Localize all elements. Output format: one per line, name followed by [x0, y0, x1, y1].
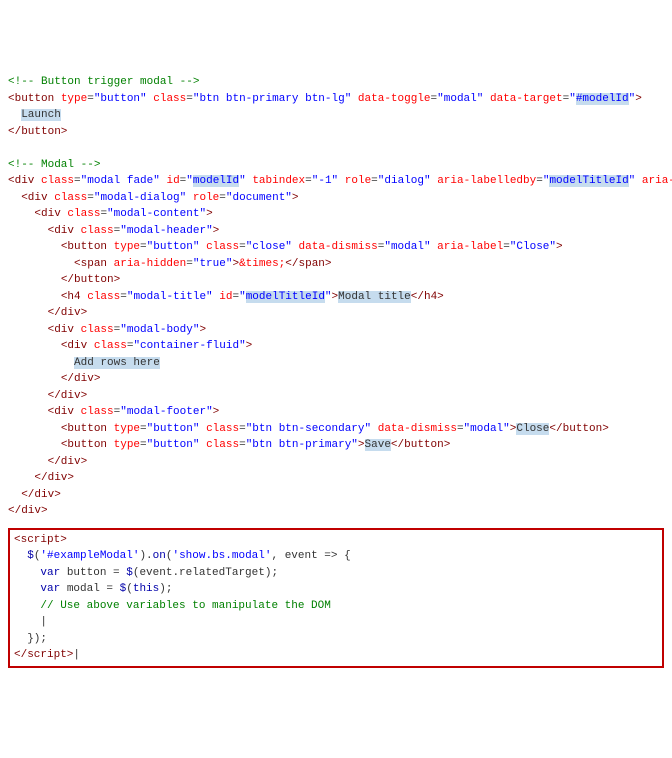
highlight-model-title-id-ref: modelTitleId	[549, 175, 628, 187]
cursor: |	[73, 649, 80, 661]
highlight-launch: Launch	[21, 109, 61, 121]
highlight-add-rows: Add rows here	[74, 357, 160, 369]
highlight-modal-title: Modal title	[338, 291, 411, 303]
highlight-model-id: modelId	[193, 175, 239, 187]
script-box: <script> $('#exampleModal').on('show.bs.…	[8, 528, 664, 668]
tag-button-open: <button	[8, 93, 61, 105]
tag-button-close: </button>	[8, 126, 67, 138]
code-block: <!-- Button trigger modal --> <button ty…	[8, 74, 664, 668]
script-open-tag: <script>	[14, 534, 67, 546]
comment-trigger: <!-- Button trigger modal -->	[8, 76, 199, 88]
close-brace: });	[14, 633, 47, 645]
highlight-model-id-target: #modelId	[576, 93, 629, 105]
script-close-tag: </script>	[14, 649, 73, 661]
jquery-on-line: $('#exampleModal').on('show.bs.modal', e…	[14, 550, 351, 562]
var-button-line: var button = $(event.relatedTarget);	[14, 567, 278, 579]
comment-modal: <!-- Modal -->	[8, 159, 100, 171]
highlight-close-text: Close	[516, 423, 549, 435]
highlight-model-title-id: modelTitleId	[246, 291, 325, 303]
highlight-save-text: Save	[365, 439, 391, 451]
var-modal-line: var modal = $(this);	[14, 583, 172, 595]
cursor-line: |	[14, 616, 47, 628]
times-entity: &times;	[239, 258, 285, 270]
dom-comment: // Use above variables to manipulate the…	[14, 600, 331, 612]
